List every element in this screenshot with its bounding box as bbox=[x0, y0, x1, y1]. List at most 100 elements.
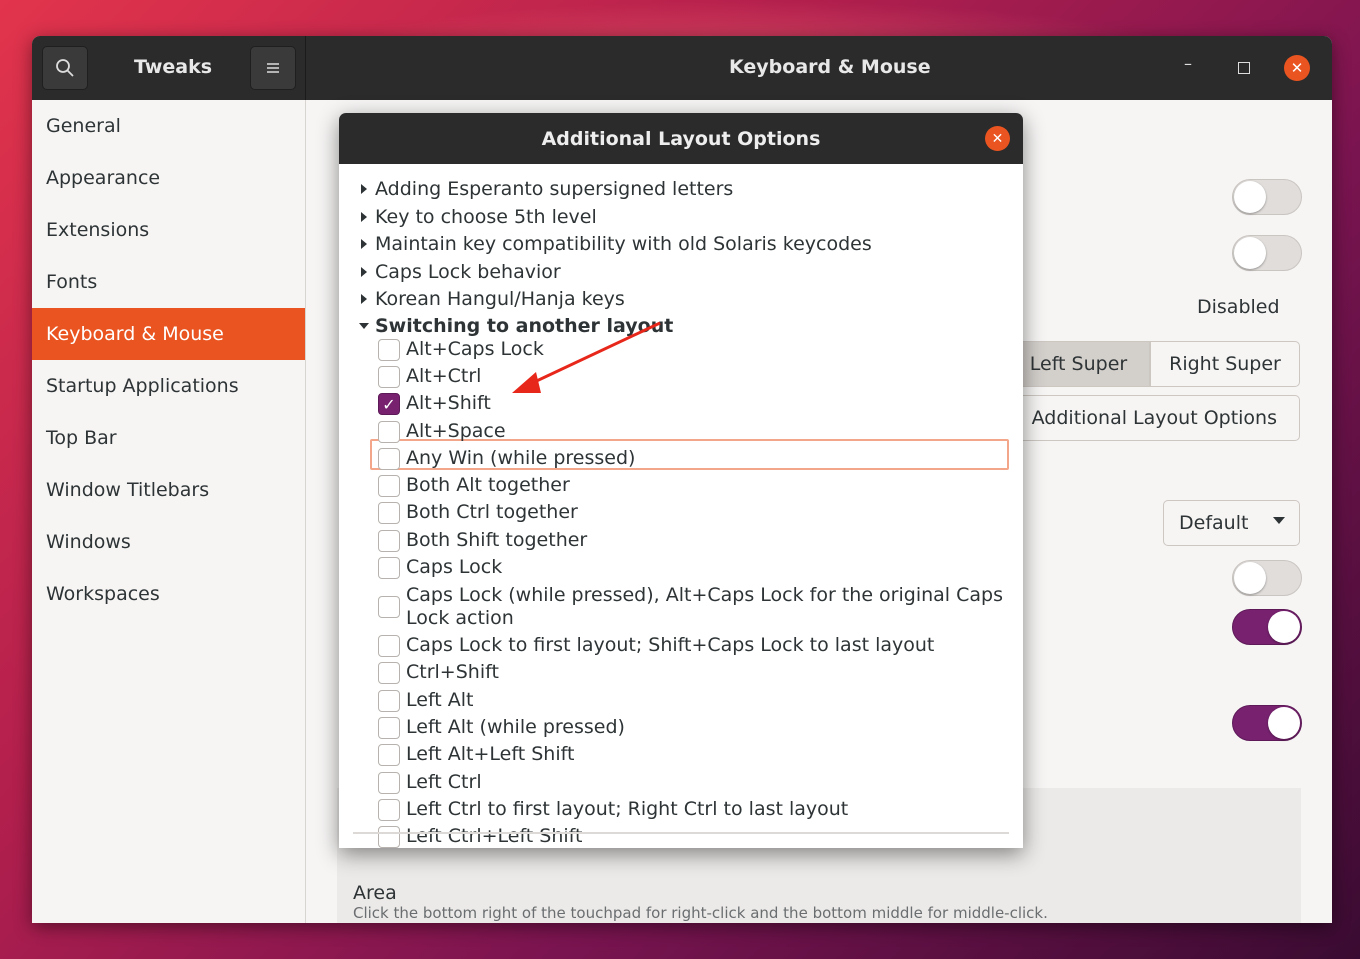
checkbox[interactable] bbox=[378, 366, 400, 388]
option-checkbox[interactable]: Caps Lock bbox=[378, 556, 502, 579]
search-icon bbox=[56, 59, 74, 77]
expander-right-icon bbox=[361, 294, 367, 304]
option-checkbox[interactable]: Left Alt (while pressed) bbox=[378, 716, 625, 739]
option-label: Caps Lock bbox=[406, 556, 503, 578]
option-label: Alt+Shift bbox=[406, 392, 491, 414]
option-checkbox[interactable]: Caps Lock (while pressed), Alt+Caps Lock… bbox=[378, 584, 1003, 630]
option-label-line-2: Lock action bbox=[406, 607, 514, 629]
checkbox[interactable] bbox=[378, 772, 400, 794]
switch-knob bbox=[1268, 707, 1300, 739]
option-checkbox[interactable]: Left Ctrl bbox=[378, 771, 482, 794]
checkbox-checked-icon[interactable]: ✓ bbox=[378, 393, 400, 415]
sidebar-item-keyboard-mouse[interactable]: Keyboard & Mouse bbox=[32, 308, 305, 360]
tree-group[interactable]: Maintain key compatibility with old Sola… bbox=[361, 231, 872, 257]
expander-right-icon bbox=[361, 212, 367, 222]
option-checkbox[interactable]: Left Ctrl to first layout; Right Ctrl to… bbox=[378, 798, 848, 821]
sidebar-item-top-bar[interactable]: Top Bar bbox=[32, 412, 305, 464]
checkbox[interactable] bbox=[378, 475, 400, 497]
checkbox[interactable] bbox=[378, 744, 400, 766]
toggle-switch-4[interactable] bbox=[1232, 609, 1302, 645]
checkbox[interactable] bbox=[378, 421, 400, 443]
window-close-button[interactable]: ✕ bbox=[1284, 55, 1310, 81]
tree-group[interactable]: Key to choose 5th level bbox=[361, 204, 597, 230]
checkbox[interactable] bbox=[378, 557, 400, 579]
expander-down-icon bbox=[359, 323, 369, 329]
additional-layout-options-dialog: Additional Layout Options ✕ Adding Esper… bbox=[339, 113, 1023, 848]
sidebar-item-extensions[interactable]: Extensions bbox=[32, 204, 305, 256]
dropdown-arrow-icon bbox=[1273, 517, 1285, 524]
sidebar-item-window-titlebars[interactable]: Window Titlebars bbox=[32, 464, 305, 516]
option-label: Caps Lock to first layout; Shift+Caps Lo… bbox=[406, 634, 935, 656]
option-label: Any Win (while pressed) bbox=[406, 447, 636, 469]
checkbox[interactable] bbox=[378, 502, 400, 524]
sidebar-item-workspaces[interactable]: Workspaces bbox=[32, 568, 305, 620]
checkbox[interactable] bbox=[378, 662, 400, 684]
expander-right-icon bbox=[361, 239, 367, 249]
maximize-button[interactable] bbox=[1238, 62, 1250, 74]
tree-group-label: Adding Esperanto supersigned letters bbox=[375, 178, 734, 200]
option-checkbox[interactable]: Left Ctrl+Left Shift bbox=[378, 825, 582, 848]
option-label: Alt+Space bbox=[406, 420, 506, 442]
tree-group-expanded[interactable]: Switching to another layout bbox=[359, 313, 673, 339]
headerbar: Tweaks Keyboard & Mouse – ✕ bbox=[32, 36, 1332, 100]
switch-knob bbox=[1234, 562, 1266, 594]
switch-knob bbox=[1268, 611, 1300, 643]
option-checkbox[interactable]: Caps Lock to first layout; Shift+Caps Lo… bbox=[378, 634, 934, 657]
checkbox[interactable] bbox=[378, 799, 400, 821]
option-label: Left Alt bbox=[406, 689, 474, 711]
sidebar-item-appearance[interactable]: Appearance bbox=[32, 152, 305, 204]
option-checkbox[interactable]: Left Alt bbox=[378, 689, 474, 712]
checkbox[interactable] bbox=[378, 596, 400, 618]
toggle-switch-1[interactable] bbox=[1232, 179, 1302, 215]
option-checkbox[interactable]: Alt+Ctrl bbox=[378, 365, 481, 388]
option-label: Alt+Caps Lock bbox=[406, 338, 544, 360]
sidebar-item-startup-applications[interactable]: Startup Applications bbox=[32, 360, 305, 412]
tree-group-label: Switching to another layout bbox=[375, 315, 674, 337]
left-super-button[interactable]: Left Super bbox=[1007, 341, 1150, 387]
toggle-switch-2[interactable] bbox=[1232, 235, 1302, 271]
switch-knob bbox=[1234, 237, 1266, 269]
checkbox[interactable] bbox=[378, 826, 400, 848]
option-label: Both Alt together bbox=[406, 474, 570, 496]
checkbox[interactable] bbox=[378, 530, 400, 552]
right-super-button[interactable]: Right Super bbox=[1150, 341, 1300, 387]
additional-layout-options-button[interactable]: Additional Layout Options bbox=[1007, 395, 1300, 441]
checkbox[interactable] bbox=[378, 339, 400, 361]
search-button[interactable] bbox=[42, 46, 88, 90]
option-checkbox[interactable]: Left Alt+Left Shift bbox=[378, 743, 574, 766]
minimize-button[interactable]: – bbox=[1184, 54, 1192, 73]
option-checkbox[interactable]: Both Ctrl together bbox=[378, 501, 578, 524]
checkbox[interactable] bbox=[378, 717, 400, 739]
checkbox[interactable] bbox=[378, 635, 400, 657]
option-checkbox[interactable]: Alt+Caps Lock bbox=[378, 338, 544, 361]
checkbox[interactable] bbox=[378, 448, 400, 470]
menu-button[interactable] bbox=[250, 46, 296, 90]
dialog-close-button[interactable]: ✕ bbox=[985, 126, 1010, 151]
tree-group-label: Korean Hangul/Hanja keys bbox=[375, 288, 625, 310]
sidebar-item-fonts[interactable]: Fonts bbox=[32, 256, 305, 308]
option-label: Ctrl+Shift bbox=[406, 661, 499, 683]
option-checkbox-checked[interactable]: ✓ Alt+Shift bbox=[378, 392, 491, 415]
sidebar-item-windows[interactable]: Windows bbox=[32, 516, 305, 568]
combo-value: Default bbox=[1179, 512, 1249, 534]
default-combo[interactable]: Default bbox=[1163, 500, 1300, 546]
tree-group[interactable]: Caps Lock behavior bbox=[361, 259, 561, 285]
window-title: Keyboard & Mouse bbox=[729, 56, 931, 78]
dialog-title: Additional Layout Options bbox=[541, 128, 821, 150]
sidebar-item-general[interactable]: General bbox=[32, 100, 305, 152]
option-checkbox[interactable]: Both Shift together bbox=[378, 529, 587, 552]
tree-group[interactable]: Adding Esperanto supersigned letters bbox=[361, 176, 733, 202]
toggle-switch-5[interactable] bbox=[1232, 705, 1302, 741]
tree-group-label: Caps Lock behavior bbox=[375, 261, 561, 283]
option-checkbox[interactable]: Ctrl+Shift bbox=[378, 661, 499, 684]
checkbox[interactable] bbox=[378, 690, 400, 712]
tree-group[interactable]: Korean Hangul/Hanja keys bbox=[361, 286, 625, 312]
option-label-multiline: Caps Lock (while pressed), Alt+Caps Lock… bbox=[406, 584, 1003, 630]
option-checkbox[interactable]: Any Win (while pressed) bbox=[378, 447, 635, 470]
toggle-switch-3[interactable] bbox=[1232, 560, 1302, 596]
expander-right-icon bbox=[361, 184, 367, 194]
option-label: Left Ctrl+Left Shift bbox=[406, 825, 583, 847]
option-checkbox[interactable]: Both Alt together bbox=[378, 474, 570, 497]
option-checkbox[interactable]: Alt+Space bbox=[378, 420, 506, 443]
status-disabled-label: Disabled bbox=[1197, 296, 1280, 318]
